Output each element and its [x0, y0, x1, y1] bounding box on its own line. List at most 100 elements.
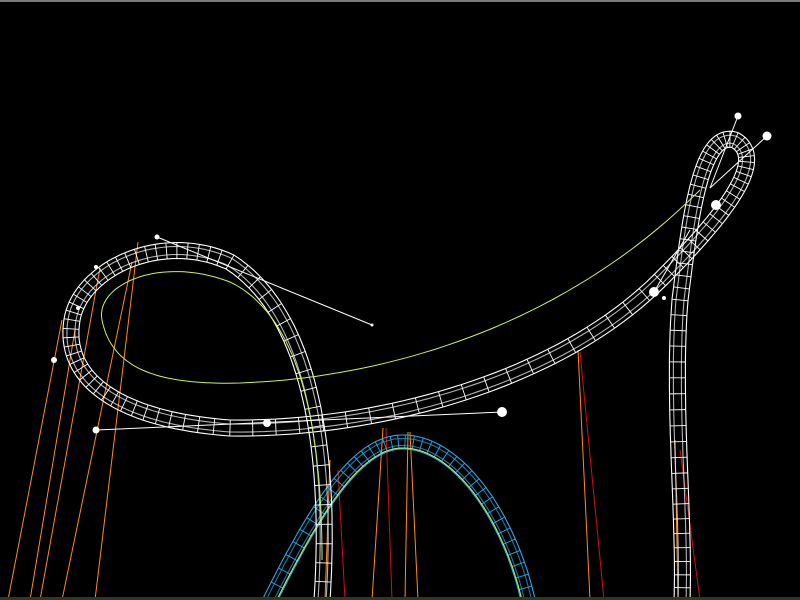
white-track-crosstie [196, 416, 201, 433]
white-track-crosstie [654, 273, 666, 287]
control-point[interactable] [154, 234, 160, 240]
blue-track-crosstie [353, 456, 364, 468]
white-track-crosstie [670, 314, 687, 317]
white-track-crosstie [344, 411, 349, 428]
control-point[interactable] [92, 426, 100, 434]
white-track-crosstie [673, 286, 690, 290]
white-track-crosstie [64, 318, 80, 322]
blue-track-crosstie [347, 462, 358, 474]
control-point[interactable] [649, 287, 659, 297]
white-track-crosstie [315, 503, 332, 506]
blue-track-crosstie [461, 470, 473, 481]
white-track-crosstie [212, 418, 216, 435]
white-track-crosstie [672, 503, 689, 505]
support-column [409, 431, 419, 600]
blue-track-crosstie [518, 585, 532, 591]
white-track-crosstie [738, 160, 755, 163]
white-track-crosstie [685, 204, 702, 209]
blue-track-left-rail[interactable] [263, 434, 536, 599]
control-point[interactable] [711, 200, 721, 210]
blue-track-crosstie [389, 436, 394, 451]
control-point[interactable] [51, 357, 57, 363]
white-track-crosstie [681, 226, 698, 230]
control-point[interactable] [94, 265, 98, 269]
blue-track-crosstie [411, 435, 415, 450]
white-track-crosstie [63, 336, 80, 339]
white-track-crosstie [670, 329, 687, 332]
white-track-crosstie [229, 419, 231, 437]
blue-track-inner-right-rail [273, 444, 525, 600]
white-track-left-rail[interactable] [78, 146, 740, 600]
white-track-inner-right-rail [66, 134, 752, 600]
control-point[interactable] [662, 296, 666, 300]
selected-track-segment[interactable] [62, 130, 756, 600]
white-track-crosstie [737, 165, 754, 170]
white-track-crosstie [414, 397, 420, 414]
blue-track-crosstie [397, 435, 400, 450]
white-track-crosstie [670, 440, 687, 443]
white-track-crosstie [692, 174, 709, 180]
white-track-crosstie [313, 464, 330, 467]
blue-track-spine [276, 447, 523, 600]
blue-track-crosstie [340, 469, 352, 480]
white-track-crosstie [690, 183, 706, 189]
white-track-crosstie [683, 215, 700, 219]
white-track-crosstie [438, 391, 444, 408]
support-column [577, 349, 591, 600]
white-track-crosstie [695, 230, 709, 242]
blue-track-crosstie [454, 462, 465, 474]
support-column [39, 267, 101, 600]
white-track-crosstie [92, 381, 104, 395]
support-column [94, 241, 139, 600]
white-track-crosstie [672, 487, 689, 490]
white-track-crosstie [368, 407, 373, 424]
white-track-inner-left-rail [74, 142, 744, 600]
white-track-crosstie [675, 274, 692, 278]
white-track-spine [100, 189, 701, 560]
white-track-crosstie [671, 298, 689, 302]
control-point[interactable] [76, 306, 80, 310]
white-track-crosstie [237, 264, 249, 278]
blue-track-crosstie [404, 434, 406, 450]
spline-handle-line[interactable] [709, 135, 768, 189]
white-track-crosstie [638, 288, 651, 301]
support-columns [7, 241, 701, 600]
white-track-crosstie [168, 411, 173, 428]
white-track-crosstie [182, 414, 186, 431]
support-column [385, 427, 393, 600]
control-point[interactable] [497, 407, 507, 417]
control-point[interactable] [263, 419, 271, 427]
white-track-crosstie [154, 408, 161, 425]
white-track-crosstie [84, 279, 97, 292]
blue-track-crosstie [468, 478, 480, 489]
white-track-crosstie [196, 244, 200, 261]
white-track-crosstie [62, 327, 80, 330]
support-column [404, 431, 409, 600]
white-track-crosstie [298, 417, 301, 434]
white-track-crosstie [671, 472, 688, 474]
white-track-crosstie [673, 518, 690, 520]
white-track-crosstie [315, 580, 332, 583]
white-track-crosstie [144, 246, 149, 263]
control-point[interactable] [370, 323, 374, 327]
white-track-crosstie [206, 246, 212, 263]
track-editor-viewport[interactable] [0, 0, 800, 600]
white-track-crosstie [709, 213, 723, 225]
white-track-crosstie [702, 221, 716, 233]
white-track-crosstie [85, 375, 98, 388]
white-track-crosstie [738, 155, 755, 158]
white-track-crosstie [274, 419, 277, 436]
blue-track-right-rail[interactable] [276, 448, 522, 600]
unselected-track-segment[interactable] [263, 434, 536, 600]
white-track-crosstie [154, 244, 159, 261]
white-track-crosstie [671, 456, 688, 459]
white-track-crosstie [186, 242, 189, 259]
spline-handle-line[interactable] [156, 236, 373, 326]
control-point[interactable] [734, 112, 742, 120]
white-track-crosstie [310, 444, 327, 448]
white-track-crosstie [165, 242, 168, 259]
white-track-crosstie [90, 273, 103, 286]
control-point[interactable] [762, 131, 772, 141]
white-track-crosstie [304, 405, 321, 410]
white-track-right-rail[interactable] [62, 130, 756, 600]
